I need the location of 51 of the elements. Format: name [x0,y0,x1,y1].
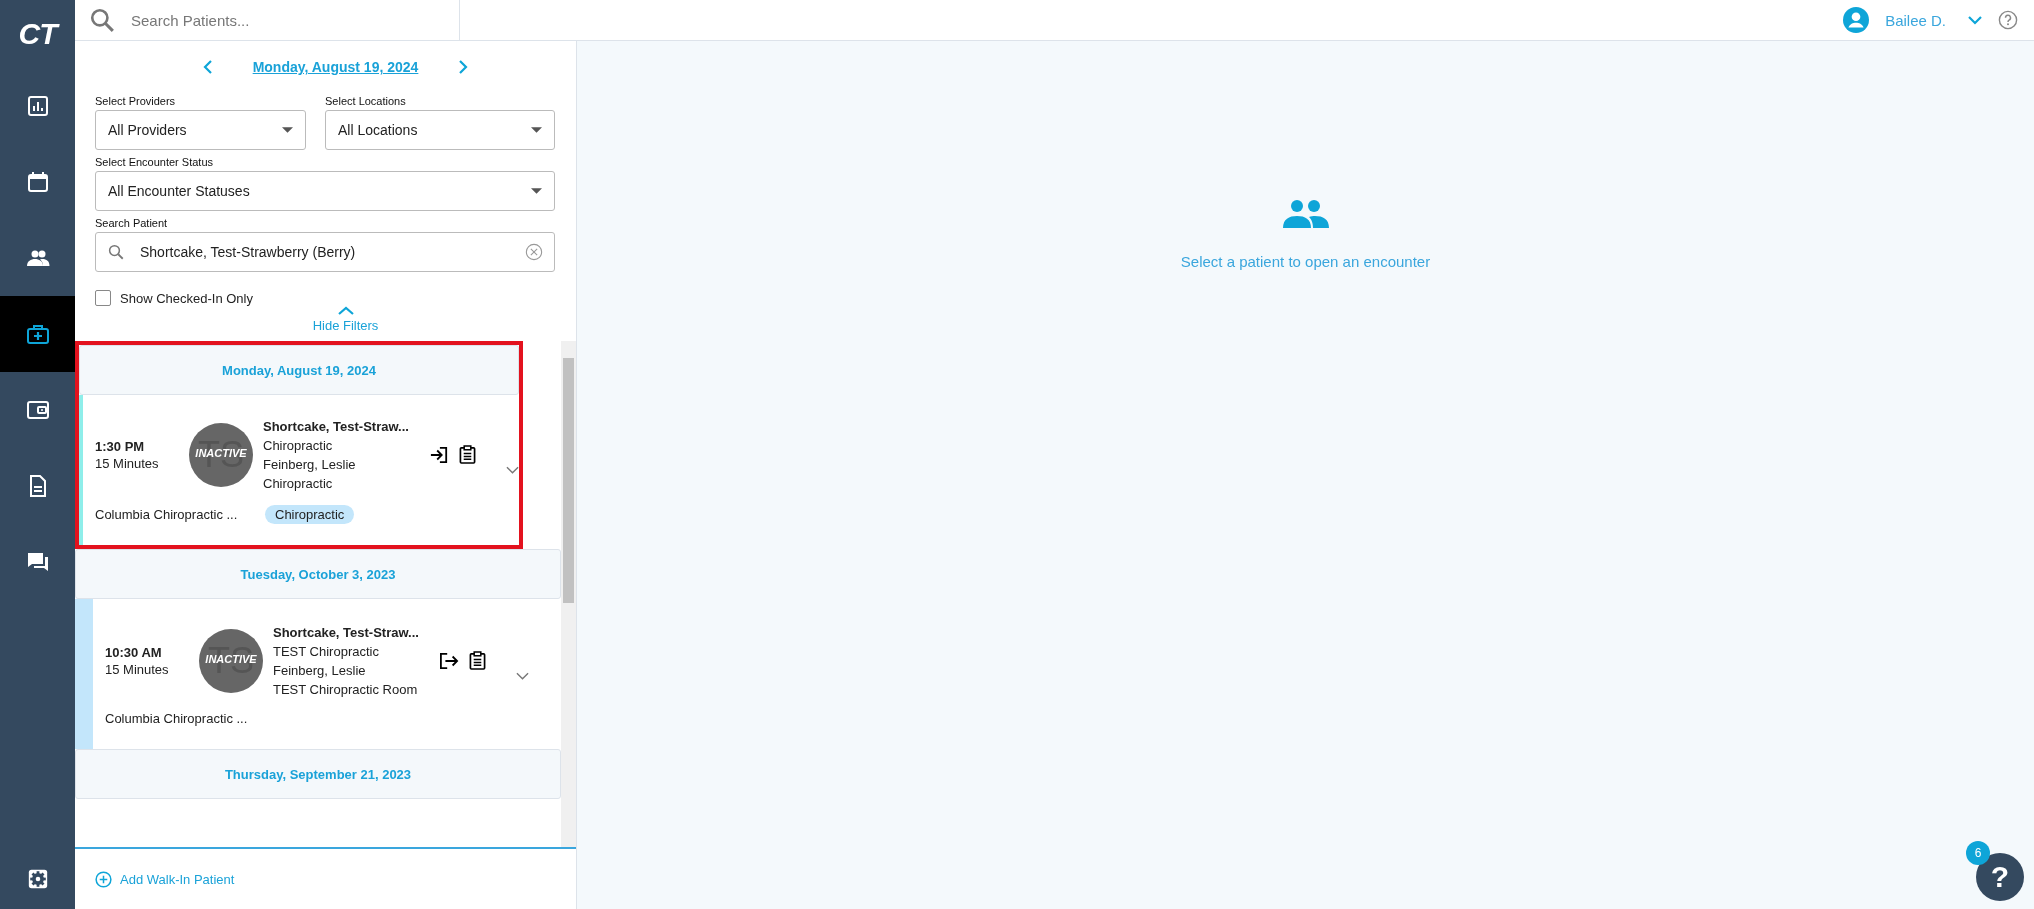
chevron-up-icon [337,306,354,316]
dropdown[interactable]: All Providers [95,110,306,150]
empty-message: Select a patient to open an encounter [1180,253,1431,270]
search-icon [107,243,125,261]
notification-badge: 6 [1966,841,1990,865]
patient-name[interactable]: Shortcake, Test-Straw... [263,416,429,436]
date-header: Thursday, September 21, 2023 [75,749,561,799]
location-name: Columbia Chiropractic ... [95,506,239,522]
field-label: Select Providers [95,95,177,107]
chevron-down-icon[interactable] [516,671,529,680]
dropdown[interactable]: All Locations [325,110,555,150]
dropdown-arrow-icon [531,127,542,133]
check-in-icon[interactable] [429,445,449,464]
chevron-down-icon[interactable] [1968,15,1982,25]
patient-search-field[interactable]: Shortcake, Test-Strawberry (Berry) [95,232,555,272]
user-avatar-icon[interactable] [1843,7,1870,33]
clipboard-icon[interactable] [469,651,486,670]
medical-kit-icon[interactable] [0,296,75,372]
chevron-down-icon[interactable] [506,465,519,474]
encounter-detail: TEST Chiropractic Room [273,680,419,699]
dropdown[interactable]: All Encounter Statuses [95,171,555,211]
appointment-time: 10:30 AM [105,644,163,660]
check-out-icon[interactable] [439,651,459,670]
clear-icon[interactable] [525,243,543,261]
people-icon [1281,199,1330,229]
dropdown-arrow-icon [531,188,542,194]
encounter-detail: Chiropractic [263,474,334,493]
app-logo[interactable]: CT [0,0,75,68]
search-icon [89,7,115,33]
clipboard-icon[interactable] [459,445,476,464]
field-label: Select Encounter Status [95,156,214,168]
specialty-tag: Chiropractic [265,504,355,524]
field-label: Search Patient [95,217,169,229]
encounter-detail: Feinberg, Leslie [273,661,367,680]
checkbox-label: Show Checked-In Only [120,290,253,306]
location-name: Columbia Chiropractic ... [105,710,249,726]
help-icon[interactable] [1998,10,2018,30]
date-header: Monday, August 19, 2024 [79,345,519,395]
field-label: Select Locations [325,95,407,107]
patient-name[interactable]: Shortcake, Test-Straw... [273,622,439,642]
plus-circle-icon [95,870,112,888]
dropdown-arrow-icon [282,127,293,133]
encounter-detail: Chiropractic [263,436,334,455]
scrollbar[interactable] [561,341,576,847]
date-header: Tuesday, October 3, 2023 [75,549,561,599]
encounter-detail: TEST Chiropractic [273,642,380,661]
appointment-duration: 15 Minutes [105,661,170,677]
appointment-duration: 15 Minutes [95,455,160,471]
checkbox[interactable] [95,290,111,306]
encounter-detail: Feinberg, Leslie [263,455,357,474]
appointment-time: 1:30 PM [95,438,146,454]
